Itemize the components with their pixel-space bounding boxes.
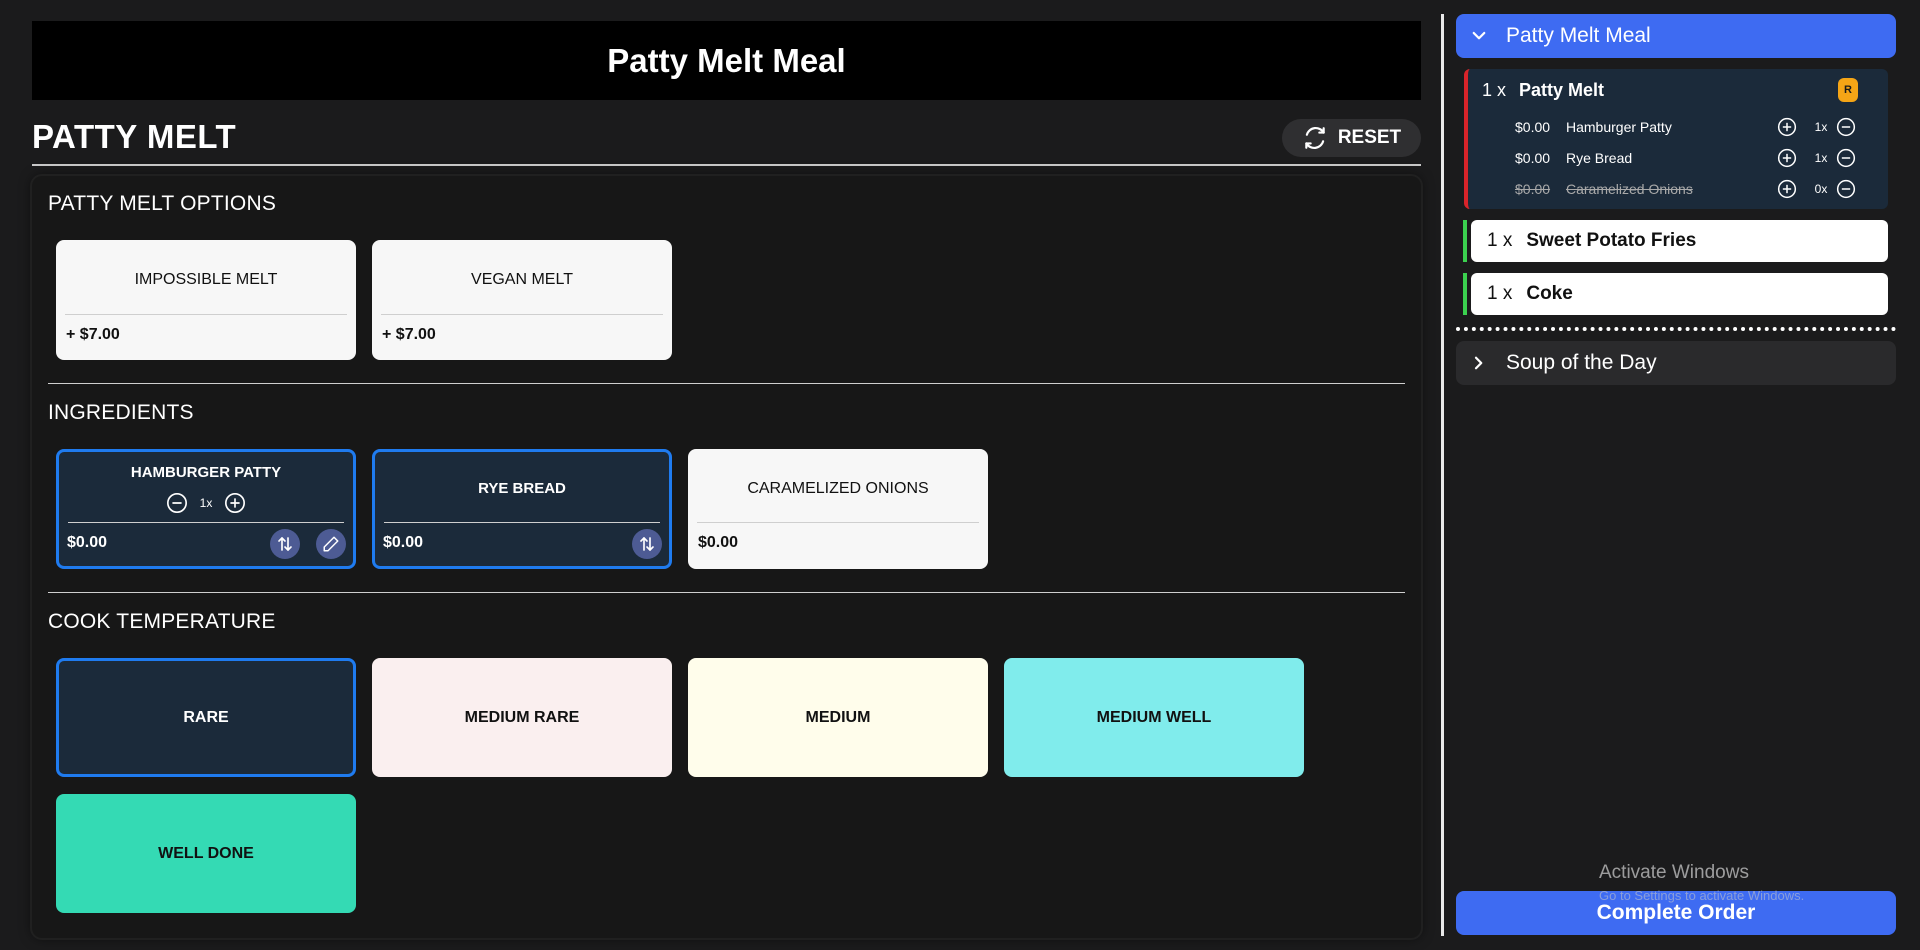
item-qty: 1 x xyxy=(1487,230,1513,251)
item-name: Sweet Potato Fries xyxy=(1526,230,1697,251)
modifier-qty: 0x xyxy=(1814,182,1828,196)
plus-circle-icon[interactable] xyxy=(1777,179,1797,199)
section-title: PATTY MELT xyxy=(32,118,237,155)
temp-medium-rare[interactable]: MEDIUM RARE xyxy=(372,658,672,777)
modifier-price: $0.00 xyxy=(1515,119,1551,135)
option-card-vegan-melt[interactable]: VEGAN MELT + $7.00 xyxy=(372,240,672,360)
ingredient-name: HAMBURGER PATTY xyxy=(130,464,282,481)
ingredient-card-caramelized-onions[interactable]: CARAMELIZED ONIONS $0.00 xyxy=(688,449,988,569)
order-item-patty-melt[interactable]: 1 x Patty Melt R $0.00 Hamburger Patty 1… xyxy=(1464,69,1888,209)
option-price: + $7.00 xyxy=(382,326,436,343)
ingredients-group-title: INGREDIENTS xyxy=(48,401,194,424)
modifier-price: $0.00 xyxy=(1515,181,1551,197)
meal-accordion-header[interactable]: Patty Melt Meal xyxy=(1456,14,1896,58)
temp-well-done[interactable]: WELL DONE xyxy=(56,794,356,913)
chevron-down-icon xyxy=(1472,31,1486,40)
group-divider xyxy=(48,383,1405,384)
swap-icon xyxy=(640,537,654,551)
plus-circle-icon[interactable] xyxy=(1777,148,1797,168)
meal-separator xyxy=(1456,327,1896,331)
minus-circle-icon[interactable] xyxy=(1836,179,1856,199)
modifier-qty: 1x xyxy=(1814,120,1828,134)
temp-medium-well[interactable]: MEDIUM WELL xyxy=(1004,658,1304,777)
panel-divider xyxy=(1441,14,1444,936)
card-divider xyxy=(697,522,979,523)
card-divider xyxy=(65,314,347,315)
refresh-icon xyxy=(1305,126,1325,150)
item-name: Coke xyxy=(1526,283,1573,304)
modifier-price: $0.00 xyxy=(1515,150,1551,166)
meal-accordion-title: Soup of the Day xyxy=(1506,351,1657,374)
minus-circle-icon[interactable] xyxy=(1836,148,1856,168)
ingredient-price: $0.00 xyxy=(698,534,739,551)
required-badge: R xyxy=(1838,78,1858,102)
ingredient-card-hamburger-patty[interactable]: HAMBURGER PATTY 1x $0.00 xyxy=(56,449,356,569)
temp-label: WELL DONE xyxy=(158,844,254,862)
item-name: Patty Melt xyxy=(1519,80,1605,100)
minus-circle-icon[interactable] xyxy=(166,492,188,514)
card-divider xyxy=(381,314,663,315)
card-divider xyxy=(384,522,660,523)
ingredient-name: RYE BREAD xyxy=(478,480,566,497)
modifier-name: Hamburger Patty xyxy=(1566,119,1672,135)
reset-button[interactable]: RESET xyxy=(1282,119,1421,157)
group-divider xyxy=(48,592,1405,593)
temp-rare[interactable]: RARE xyxy=(56,658,356,777)
order-item-sweet-potato-fries[interactable]: 1 x Sweet Potato Fries xyxy=(1463,220,1888,262)
watermark-subtitle: Go to Settings to activate Windows. xyxy=(1599,888,1805,903)
pencil-icon xyxy=(323,536,339,552)
modifier-row-removed: $0.00 Caramelized Onions 0x xyxy=(1468,179,1888,199)
option-price: + $7.00 xyxy=(66,326,120,343)
temperature-group-title: COOK TEMPERATURE xyxy=(48,610,276,633)
quantity-stepper: 1x xyxy=(59,492,353,514)
temp-label: MEDIUM xyxy=(805,708,871,726)
modifier-row: $0.00 Hamburger Patty 1x xyxy=(1468,117,1888,137)
ingredient-card-rye-bread[interactable]: RYE BREAD $0.00 xyxy=(372,449,672,569)
modifier-name: Rye Bread xyxy=(1566,150,1633,166)
option-name: VEGAN MELT xyxy=(471,271,573,288)
option-name: IMPOSSIBLE MELT xyxy=(134,271,278,288)
modifier-name: Caramelized Onions xyxy=(1566,181,1693,197)
plus-circle-icon[interactable] xyxy=(1777,117,1797,137)
watermark-title: Activate Windows xyxy=(1599,862,1749,883)
swap-button[interactable] xyxy=(270,529,300,559)
ingredient-qty: 1x xyxy=(199,496,213,510)
item-qty: 1 x xyxy=(1487,283,1513,304)
edit-button[interactable] xyxy=(316,529,346,559)
temp-label: MEDIUM RARE xyxy=(464,708,580,726)
ingredient-name: CARAMELIZED ONIONS xyxy=(747,480,929,497)
modifier-row: $0.00 Rye Bread 1x xyxy=(1468,148,1888,168)
activate-windows-watermark: Activate Windows Go to Settings to activ… xyxy=(1599,862,1804,903)
plus-circle-icon[interactable] xyxy=(224,492,246,514)
meal-title-bar: Patty Melt Meal xyxy=(32,21,1421,100)
minus-circle-icon[interactable] xyxy=(1836,117,1856,137)
card-divider xyxy=(68,522,344,523)
meal-accordion-title: Patty Melt Meal xyxy=(1506,24,1651,47)
swap-button[interactable] xyxy=(632,529,662,559)
ingredient-price: $0.00 xyxy=(67,534,108,551)
heading-divider xyxy=(32,164,1421,166)
complete-order-label: Complete Order xyxy=(1596,901,1756,924)
swap-icon xyxy=(278,537,292,551)
ingredient-price: $0.00 xyxy=(383,534,424,551)
customization-panel: PATTY MELT OPTIONS IMPOSSIBLE MELT + $7.… xyxy=(32,176,1421,938)
item-qty: 1 x xyxy=(1482,80,1507,100)
options-group-title: PATTY MELT OPTIONS xyxy=(48,192,277,215)
modifier-qty: 1x xyxy=(1814,151,1828,165)
reset-label: RESET xyxy=(1337,127,1402,148)
option-card-impossible-melt[interactable]: IMPOSSIBLE MELT + $7.00 xyxy=(56,240,356,360)
chevron-right-icon xyxy=(1474,356,1483,370)
order-item-coke[interactable]: 1 x Coke xyxy=(1463,273,1888,315)
meal-accordion-soup[interactable]: Soup of the Day xyxy=(1456,341,1896,385)
temp-medium[interactable]: MEDIUM xyxy=(688,658,988,777)
temp-label: MEDIUM WELL xyxy=(1096,708,1212,726)
temp-label: RARE xyxy=(183,708,229,726)
meal-title: Patty Melt Meal xyxy=(607,41,846,79)
